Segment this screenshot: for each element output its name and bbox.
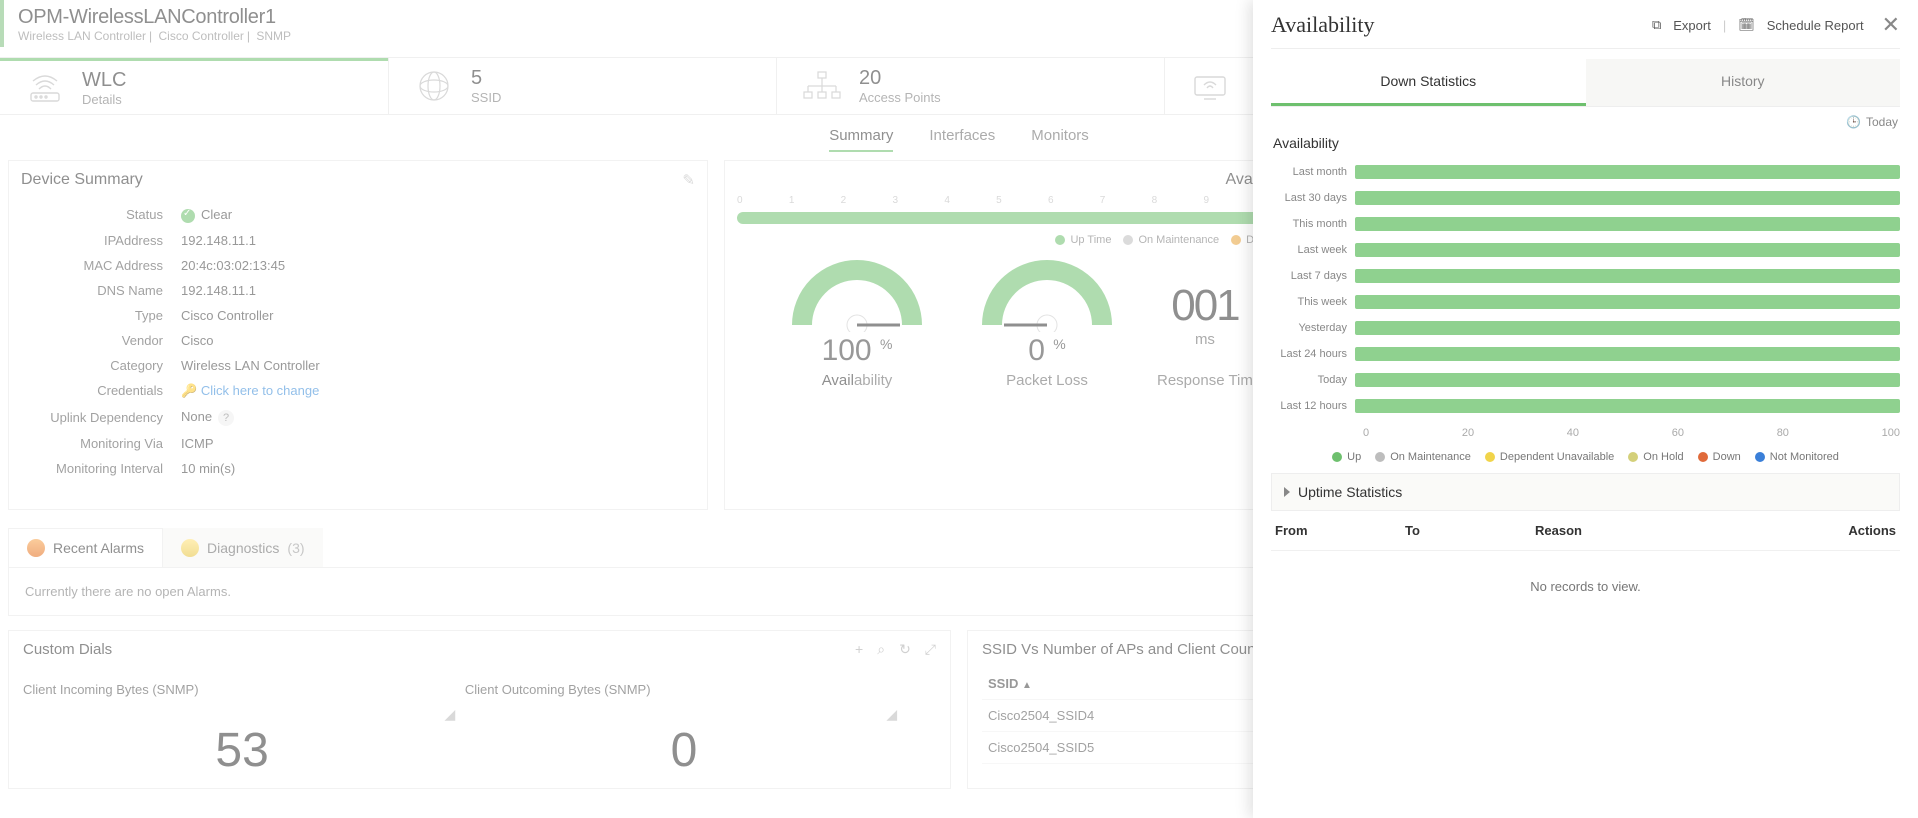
tab-history[interactable]: History bbox=[1586, 59, 1901, 106]
help-icon[interactable]: ? bbox=[218, 410, 234, 426]
no-records-text: No records to view. bbox=[1271, 551, 1900, 622]
tab-monitors[interactable]: Monitors bbox=[1031, 127, 1089, 152]
subtab-diagnostics[interactable]: Diagnostics(3) bbox=[163, 528, 323, 567]
col-actions: Actions bbox=[1816, 523, 1896, 538]
device-summary-title: Device Summary bbox=[21, 171, 143, 189]
chart-title: Availability bbox=[1273, 135, 1900, 151]
col-to: To bbox=[1405, 523, 1535, 538]
chart-icon[interactable]: ◢ bbox=[886, 706, 897, 723]
gauge-availability: 100 % Availability bbox=[777, 260, 937, 389]
external-link-icon[interactable]: ⧉ bbox=[1652, 17, 1661, 33]
globe-icon bbox=[413, 65, 455, 107]
diagnostics-icon bbox=[181, 539, 199, 557]
network-icon bbox=[801, 65, 843, 107]
monitor-wifi-icon bbox=[1189, 65, 1231, 107]
alarm-icon bbox=[27, 539, 45, 557]
tab-interfaces[interactable]: Interfaces bbox=[929, 127, 995, 152]
col-reason: Reason bbox=[1535, 523, 1816, 538]
availability-chart: Last monthLast 30 daysThis monthLast wee… bbox=[1271, 159, 1900, 419]
change-credentials-link[interactable]: Click here to change bbox=[201, 383, 320, 398]
status-ok-icon bbox=[181, 209, 195, 223]
calendar-icon[interactable]: 🗓 bbox=[1738, 17, 1755, 33]
search-icon[interactable]: ⌕ bbox=[877, 641, 885, 658]
col-from: From bbox=[1275, 523, 1405, 538]
today-label[interactable]: Today bbox=[1866, 115, 1898, 129]
response-time: 001 ms Response Tim bbox=[1157, 281, 1253, 389]
device-summary-panel: Device Summary ✎ StatusClear IPAddress19… bbox=[8, 160, 708, 510]
export-button[interactable]: Export bbox=[1673, 18, 1711, 33]
tab-summary[interactable]: Summary bbox=[829, 127, 893, 152]
uptime-statistics-toggle[interactable]: Uptime Statistics bbox=[1271, 473, 1900, 511]
key-icon: 🔑 bbox=[181, 383, 197, 398]
card-ssid[interactable]: 5SSID bbox=[388, 58, 776, 114]
chevron-right-icon bbox=[1284, 487, 1290, 497]
wlc-icon bbox=[24, 67, 66, 109]
schedule-report-button[interactable]: Schedule Report bbox=[1767, 18, 1864, 33]
edit-icon[interactable]: ✎ bbox=[682, 171, 695, 189]
expand-icon[interactable]: ⤢ bbox=[925, 641, 936, 658]
availability-sidepanel: Availability ⧉ Export | 🗓 Schedule Repor… bbox=[1253, 0, 1918, 818]
refresh-icon[interactable]: ↻ bbox=[899, 641, 911, 658]
clock-icon: 🕒 bbox=[1846, 115, 1861, 129]
custom-dials-panel: Custom Dials + ⌕ ↻ ⤢ Client Incoming Byt… bbox=[8, 630, 951, 789]
chart-icon[interactable]: ◢ bbox=[444, 706, 455, 723]
card-access-points[interactable]: 20Access Points bbox=[776, 58, 1164, 114]
close-icon[interactable]: ✕ bbox=[1882, 12, 1900, 38]
card-wlc[interactable]: WLCDetails bbox=[0, 58, 388, 114]
gauge-packetloss: 0 % Packet Loss bbox=[967, 260, 1127, 389]
sidepanel-title: Availability bbox=[1271, 12, 1374, 38]
tab-down-statistics[interactable]: Down Statistics bbox=[1271, 59, 1586, 106]
add-icon[interactable]: + bbox=[855, 641, 863, 658]
subtab-recent-alarms[interactable]: Recent Alarms bbox=[8, 528, 163, 567]
